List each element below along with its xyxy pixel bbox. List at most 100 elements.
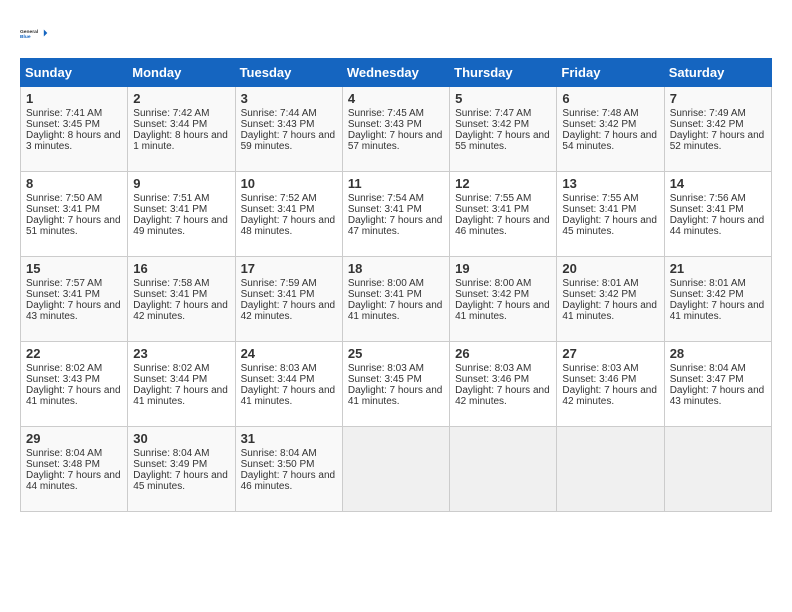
day-header: Friday xyxy=(557,59,664,87)
sunset-text: Sunset: 3:41 PM xyxy=(348,204,444,215)
daylight-text: Daylight: 7 hours and 44 minutes. xyxy=(670,215,766,237)
sunrise-text: Sunrise: 8:04 AM xyxy=(133,448,229,459)
calendar-cell: 8 Sunrise: 7:50 AMSunset: 3:41 PMDaylight… xyxy=(21,172,128,257)
sunrise-text: Sunrise: 7:54 AM xyxy=(348,193,444,204)
sunset-text: Sunset: 3:43 PM xyxy=(26,374,122,385)
daylight-text: Daylight: 7 hours and 45 minutes. xyxy=(133,470,229,492)
day-number: 25 xyxy=(348,346,444,361)
day-number: 23 xyxy=(133,346,229,361)
calendar-cell: 3Sunrise: 7:44 AMSunset: 3:43 PMDaylight… xyxy=(235,87,342,172)
sunrise-text: Sunrise: 7:58 AM xyxy=(133,278,229,289)
calendar-cell xyxy=(557,427,664,512)
sunrise-text: Sunrise: 8:02 AM xyxy=(133,363,229,374)
calendar-cell: 29Sunrise: 8:04 AMSunset: 3:48 PMDayligh… xyxy=(21,427,128,512)
sunset-text: Sunset: 3:42 PM xyxy=(670,289,766,300)
calendar-table: SundayMondayTuesdayWednesdayThursdayFrid… xyxy=(20,58,772,512)
sunrise-text: Sunrise: 8:03 AM xyxy=(562,363,658,374)
daylight-text: Daylight: 7 hours and 57 minutes. xyxy=(348,130,444,152)
day-number: 28 xyxy=(670,346,766,361)
calendar-cell: 22Sunrise: 8:02 AMSunset: 3:43 PMDayligh… xyxy=(21,342,128,427)
day-header: Monday xyxy=(128,59,235,87)
sunrise-text: Sunrise: 8:01 AM xyxy=(670,278,766,289)
calendar-cell: 7Sunrise: 7:49 AMSunset: 3:42 PMDaylight… xyxy=(664,87,771,172)
sunrise-text: Sunrise: 8:03 AM xyxy=(348,363,444,374)
day-header: Saturday xyxy=(664,59,771,87)
sunset-text: Sunset: 3:41 PM xyxy=(241,289,337,300)
daylight-text: Daylight: 7 hours and 42 minutes. xyxy=(241,300,337,322)
daylight-text: Daylight: 7 hours and 45 minutes. xyxy=(562,215,658,237)
sunrise-text: Sunrise: 8:00 AM xyxy=(348,278,444,289)
day-number: 8 xyxy=(26,176,122,191)
day-number: 24 xyxy=(241,346,337,361)
calendar-cell: 30Sunrise: 8:04 AMSunset: 3:49 PMDayligh… xyxy=(128,427,235,512)
sunset-text: Sunset: 3:41 PM xyxy=(455,204,551,215)
sunset-text: Sunset: 3:42 PM xyxy=(455,289,551,300)
calendar-cell: 1Sunrise: 7:41 AMSunset: 3:45 PMDaylight… xyxy=(21,87,128,172)
svg-text:Blue: Blue xyxy=(20,34,31,40)
daylight-text: Daylight: 7 hours and 46 minutes. xyxy=(241,470,337,492)
daylight-text: Daylight: 7 hours and 51 minutes. xyxy=(26,215,122,237)
daylight-text: Daylight: 7 hours and 42 minutes. xyxy=(562,385,658,407)
sunrise-text: Sunrise: 7:48 AM xyxy=(562,108,658,119)
day-header: Wednesday xyxy=(342,59,449,87)
sunrise-text: Sunrise: 7:55 AM xyxy=(455,193,551,204)
day-number: 27 xyxy=(562,346,658,361)
day-header: Tuesday xyxy=(235,59,342,87)
sunset-text: Sunset: 3:41 PM xyxy=(670,204,766,215)
sunset-text: Sunset: 3:44 PM xyxy=(133,119,229,130)
sunrise-text: Sunrise: 7:55 AM xyxy=(562,193,658,204)
daylight-text: Daylight: 7 hours and 41 minutes. xyxy=(133,385,229,407)
sunset-text: Sunset: 3:41 PM xyxy=(26,204,122,215)
sunset-text: Sunset: 3:41 PM xyxy=(562,204,658,215)
day-number: 18 xyxy=(348,261,444,276)
sunset-text: Sunset: 3:41 PM xyxy=(133,289,229,300)
calendar-week-row: 1Sunrise: 7:41 AMSunset: 3:45 PMDaylight… xyxy=(21,87,772,172)
page-header: GeneralBlue xyxy=(20,20,772,48)
calendar-week-row: 15Sunrise: 7:57 AMSunset: 3:41 PMDayligh… xyxy=(21,257,772,342)
calendar-cell: 25Sunrise: 8:03 AMSunset: 3:45 PMDayligh… xyxy=(342,342,449,427)
sunset-text: Sunset: 3:45 PM xyxy=(26,119,122,130)
sunrise-text: Sunrise: 8:04 AM xyxy=(670,363,766,374)
calendar-cell: 31Sunrise: 8:04 AMSunset: 3:50 PMDayligh… xyxy=(235,427,342,512)
daylight-text: Daylight: 7 hours and 41 minutes. xyxy=(241,385,337,407)
day-number: 21 xyxy=(670,261,766,276)
svg-text:General: General xyxy=(20,29,39,35)
sunrise-text: Sunrise: 8:04 AM xyxy=(26,448,122,459)
day-number: 11 xyxy=(348,176,444,191)
day-number: 29 xyxy=(26,431,122,446)
daylight-text: Daylight: 7 hours and 47 minutes. xyxy=(348,215,444,237)
sunset-text: Sunset: 3:48 PM xyxy=(26,459,122,470)
sunset-text: Sunset: 3:41 PM xyxy=(26,289,122,300)
day-header: Thursday xyxy=(450,59,557,87)
day-header: Sunday xyxy=(21,59,128,87)
calendar-cell: 9Sunrise: 7:51 AMSunset: 3:41 PMDaylight… xyxy=(128,172,235,257)
sunset-text: Sunset: 3:46 PM xyxy=(562,374,658,385)
calendar-cell: 5Sunrise: 7:47 AMSunset: 3:42 PMDaylight… xyxy=(450,87,557,172)
sunrise-text: Sunrise: 8:01 AM xyxy=(562,278,658,289)
calendar-week-row: 22 Sunrise: 8:02 AM Sunset: 3:43 PM Dayligh… xyxy=(21,342,772,427)
calendar-cell xyxy=(664,427,771,512)
sunrise-text: Sunrise: 8:03 AM xyxy=(455,363,551,374)
daylight-text: Daylight: 7 hours and 55 minutes. xyxy=(455,130,551,152)
sunset-text: Sunset: 3:43 PM xyxy=(348,119,444,130)
sunset-text: Sunset: 3:50 PM xyxy=(241,459,337,470)
sunset-text: Sunset: 3:42 PM xyxy=(455,119,551,130)
calendar-cell: 17Sunrise: 7:59 AMSunset: 3:41 PMDayligh… xyxy=(235,257,342,342)
daylight-text: Daylight: 8 hours and 3 minutes. xyxy=(26,130,122,152)
sunrise-text: Sunrise: 7:45 AM xyxy=(348,108,444,119)
daylight-text: Daylight: 7 hours and 41 minutes. xyxy=(455,300,551,322)
calendar-cell: 28Sunrise: 8:04 AMSunset: 3:47 PMDayligh… xyxy=(664,342,771,427)
day-number: 31 xyxy=(241,431,337,446)
day-number: 22 xyxy=(26,346,122,361)
daylight-text: Daylight: 7 hours and 41 minutes. xyxy=(670,300,766,322)
sunrise-text: Sunrise: 7:49 AM xyxy=(670,108,766,119)
day-number: 16 xyxy=(133,261,229,276)
sunrise-text: Sunrise: 7:41 AM xyxy=(26,108,122,119)
sunrise-text: Sunrise: 7:50 AM xyxy=(26,193,122,204)
calendar-cell: 21 Sunrise: 8:01 AMSunset: 3:42 PMDayligh… xyxy=(664,257,771,342)
sunrise-text: Sunrise: 7:44 AM xyxy=(241,108,337,119)
day-number: 14 xyxy=(670,176,766,191)
sunset-text: Sunset: 3:44 PM xyxy=(241,374,337,385)
sunset-text: Sunset: 3:44 PM xyxy=(133,374,229,385)
day-number: 17 xyxy=(241,261,337,276)
